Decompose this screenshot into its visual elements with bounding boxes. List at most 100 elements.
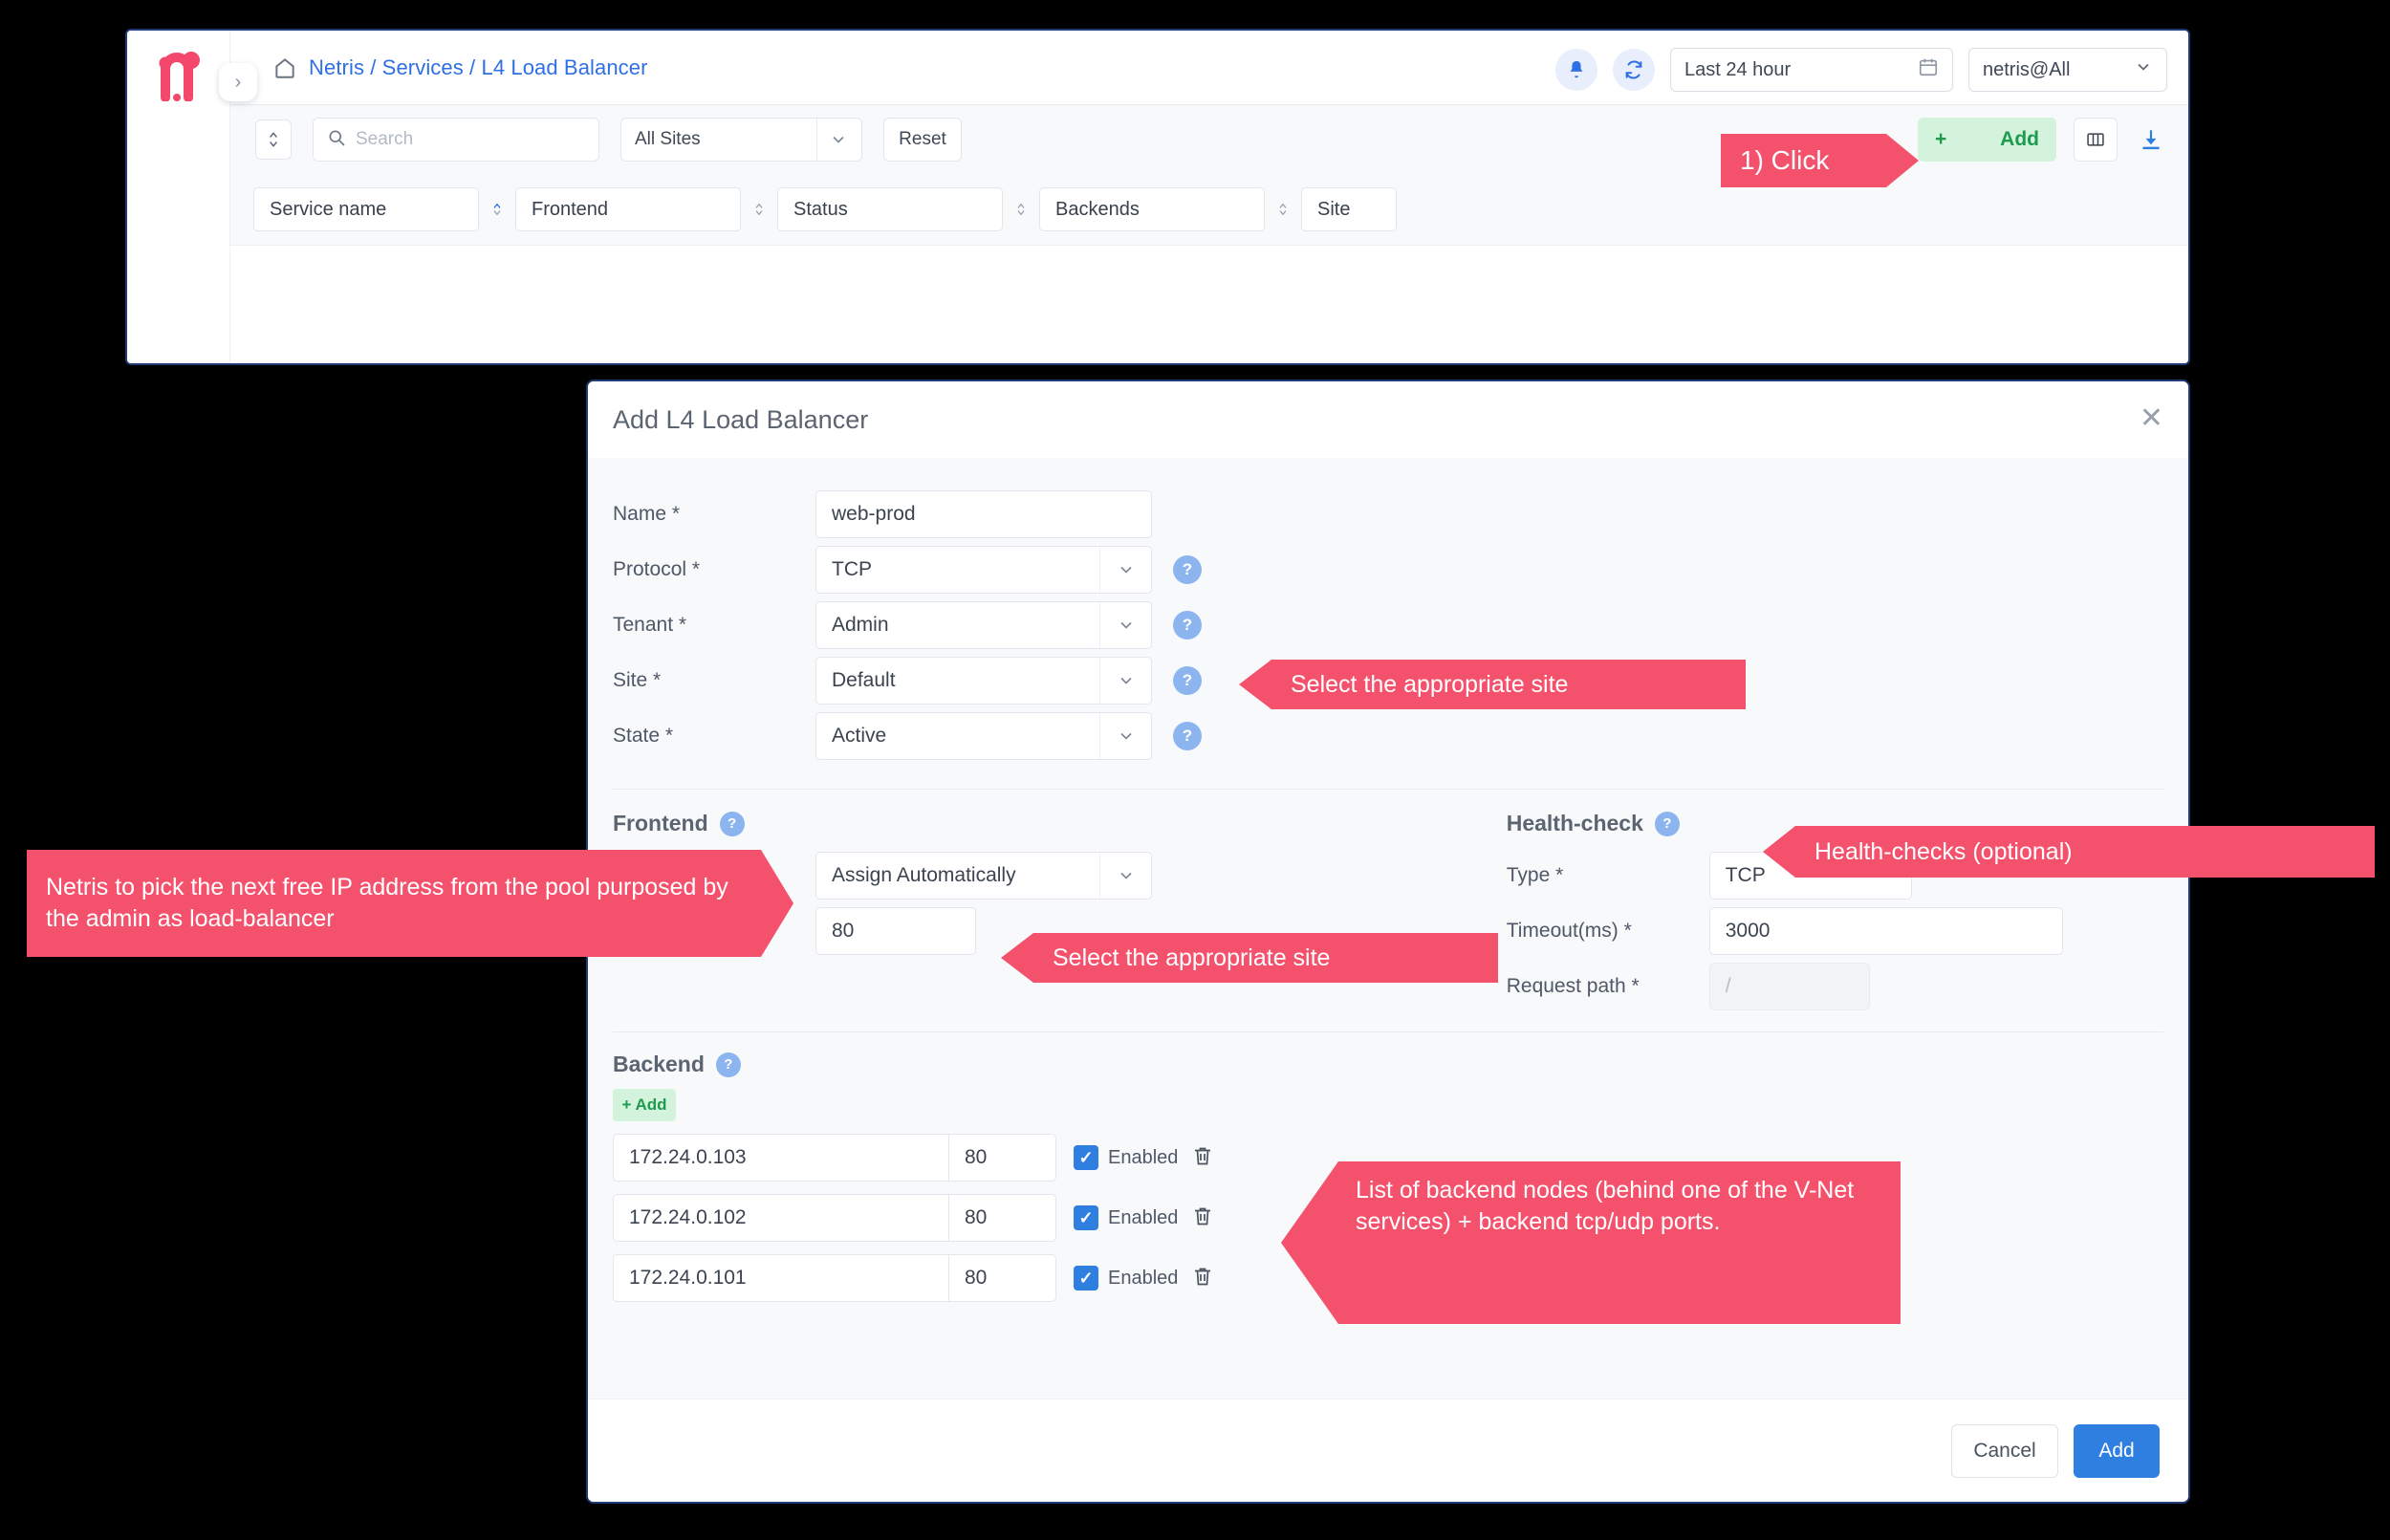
table-column-header[interactable]: Site — [1301, 187, 1397, 231]
section-divider — [613, 1031, 2163, 1032]
search-placeholder: Search — [356, 129, 413, 150]
bell-icon[interactable] — [1555, 49, 1597, 91]
backend-port-field[interactable]: 80 — [949, 1134, 1056, 1182]
help-icon[interactable]: ? — [720, 812, 745, 836]
state-select[interactable]: Active — [815, 712, 1152, 760]
healthcheck-label: Health-check — [1507, 811, 1643, 836]
chevron-down-icon — [1099, 547, 1151, 593]
help-icon[interactable]: ? — [716, 1052, 741, 1077]
backend-section-title: Backend ? — [613, 1052, 2163, 1077]
trash-icon[interactable] — [1191, 1204, 1214, 1232]
help-icon[interactable]: ? — [1173, 555, 1202, 584]
healthcheck-request-path-placeholder: / — [1726, 975, 1731, 998]
submit-add-button[interactable]: Add — [2074, 1424, 2160, 1478]
field-label: Type * — [1507, 864, 1709, 887]
protocol-value: TCP — [832, 558, 872, 581]
backend-enabled-label: Enabled — [1108, 1147, 1178, 1169]
header-actions: Last 24 hour netris@All — [1555, 48, 2167, 92]
callout-text: Health-checks (optional) — [1814, 836, 2073, 868]
column-label: Frontend — [532, 199, 608, 221]
callout-click: 1) Click — [1721, 134, 1919, 187]
name-value: web-prod — [832, 503, 916, 526]
dialog-title: Add L4 Load Balancer — [613, 405, 868, 435]
backend-ip-field[interactable]: 172.24.0.102 — [613, 1194, 949, 1242]
field-label: State * — [613, 725, 815, 748]
field-label: Site * — [613, 669, 815, 692]
table-column-header[interactable]: Status — [777, 187, 1003, 231]
backend-enabled-checkbox[interactable]: ✓ — [1074, 1145, 1098, 1170]
logo-pane — [127, 31, 230, 365]
name-field[interactable]: web-prod — [815, 490, 1152, 538]
help-icon[interactable]: ? — [1655, 812, 1680, 836]
column-sort-icon[interactable] — [479, 200, 515, 219]
site-filter-select[interactable]: All Sites — [620, 118, 862, 162]
form-row-hc-path: Request path * / — [1507, 959, 2163, 1014]
backend-ip-field[interactable]: 172.24.0.103 — [613, 1134, 949, 1182]
protocol-select[interactable]: TCP — [815, 546, 1152, 594]
home-icon[interactable] — [272, 55, 297, 80]
table-column-header[interactable]: Service name — [253, 187, 479, 231]
trash-icon[interactable] — [1191, 1144, 1214, 1172]
backend-port-field[interactable]: 80 — [949, 1194, 1056, 1242]
reset-label: Reset — [899, 129, 946, 150]
column-sort-icon[interactable] — [1003, 200, 1039, 219]
field-label: Protocol * — [613, 558, 815, 581]
chevron-down-icon — [1099, 658, 1151, 704]
user-scope-select[interactable]: netris@All — [1968, 48, 2167, 92]
sidebar-collapse-button[interactable]: › — [219, 63, 257, 101]
backend-port-field[interactable]: 80 — [949, 1254, 1056, 1302]
breadcrumb: Netris / Services / L4 Load Balancer — [272, 52, 648, 84]
callout-select-site-1: Select the appropriate site — [1239, 660, 1746, 709]
callout-text: Select the appropriate site — [1291, 669, 1568, 701]
chevron-right-icon: › — [235, 72, 242, 94]
chevron-down-icon — [2134, 57, 2153, 82]
healthcheck-timeout-value: 3000 — [1726, 920, 1771, 943]
search-input[interactable]: Search — [313, 118, 599, 162]
date-range-picker[interactable]: Last 24 hour — [1670, 48, 1953, 92]
tenant-select[interactable]: Admin — [815, 601, 1152, 649]
help-icon[interactable]: ? — [1173, 666, 1202, 695]
trash-icon[interactable] — [1191, 1265, 1214, 1292]
tenant-value: Admin — [832, 614, 889, 637]
close-icon[interactable]: ✕ — [2140, 404, 2163, 433]
backend-add-button[interactable]: + Add — [613, 1089, 676, 1121]
column-sort-icon[interactable] — [1265, 200, 1301, 219]
form-row-protocol: Protocol * TCP ? — [613, 542, 2163, 597]
backend-enabled-label: Enabled — [1108, 1207, 1178, 1229]
callout-text: Netris to pick the next free IP address … — [46, 872, 750, 935]
backend-ip-value: 172.24.0.103 — [629, 1146, 747, 1169]
healthcheck-timeout-field[interactable]: 3000 — [1709, 907, 2063, 955]
backend-enabled-checkbox[interactable]: ✓ — [1074, 1266, 1098, 1291]
refresh-icon[interactable] — [1613, 49, 1655, 91]
chevron-down-icon — [1099, 602, 1151, 648]
chevron-down-icon — [1099, 713, 1151, 759]
backend-ip-field[interactable]: 172.24.0.101 — [613, 1254, 949, 1302]
breadcrumb-text[interactable]: Netris / Services / L4 Load Balancer — [309, 55, 648, 80]
reset-button[interactable]: Reset — [883, 118, 962, 162]
app-window: › Netris / Services / L4 Load Balancer L… — [125, 29, 2190, 365]
table-column-header[interactable]: Frontend — [515, 187, 741, 231]
frontend-ip-select[interactable]: Assign Automatically — [815, 852, 1152, 900]
columns-icon[interactable] — [2074, 118, 2118, 162]
help-icon[interactable]: ? — [1173, 611, 1202, 640]
site-select[interactable]: Default — [815, 657, 1152, 705]
add-label: Add — [2098, 1440, 2134, 1463]
backend-label: Backend — [613, 1052, 705, 1077]
table-column-header[interactable]: Backends — [1039, 187, 1265, 231]
backend-port-value: 80 — [965, 1146, 987, 1169]
state-value: Active — [832, 725, 886, 748]
backend-enabled-checkbox[interactable]: ✓ — [1074, 1205, 1098, 1230]
field-label: Request path * — [1507, 975, 1709, 998]
column-label: Backends — [1055, 199, 1140, 221]
download-icon[interactable] — [2135, 120, 2167, 159]
cancel-button[interactable]: Cancel — [1951, 1424, 2058, 1478]
add-button[interactable]: + Add — [1918, 118, 2056, 162]
form-row-name: Name * web-prod — [613, 487, 2163, 542]
frontend-port-field[interactable]: 80 — [815, 907, 976, 955]
frontend-section-title: Frontend ? — [613, 811, 1507, 836]
column-sort-icon[interactable] — [741, 200, 777, 219]
help-icon[interactable]: ? — [1173, 722, 1202, 750]
frontend-port-value: 80 — [832, 920, 854, 943]
healthcheck-type-value: TCP — [1726, 864, 1766, 887]
sort-updown-icon[interactable] — [255, 119, 292, 160]
